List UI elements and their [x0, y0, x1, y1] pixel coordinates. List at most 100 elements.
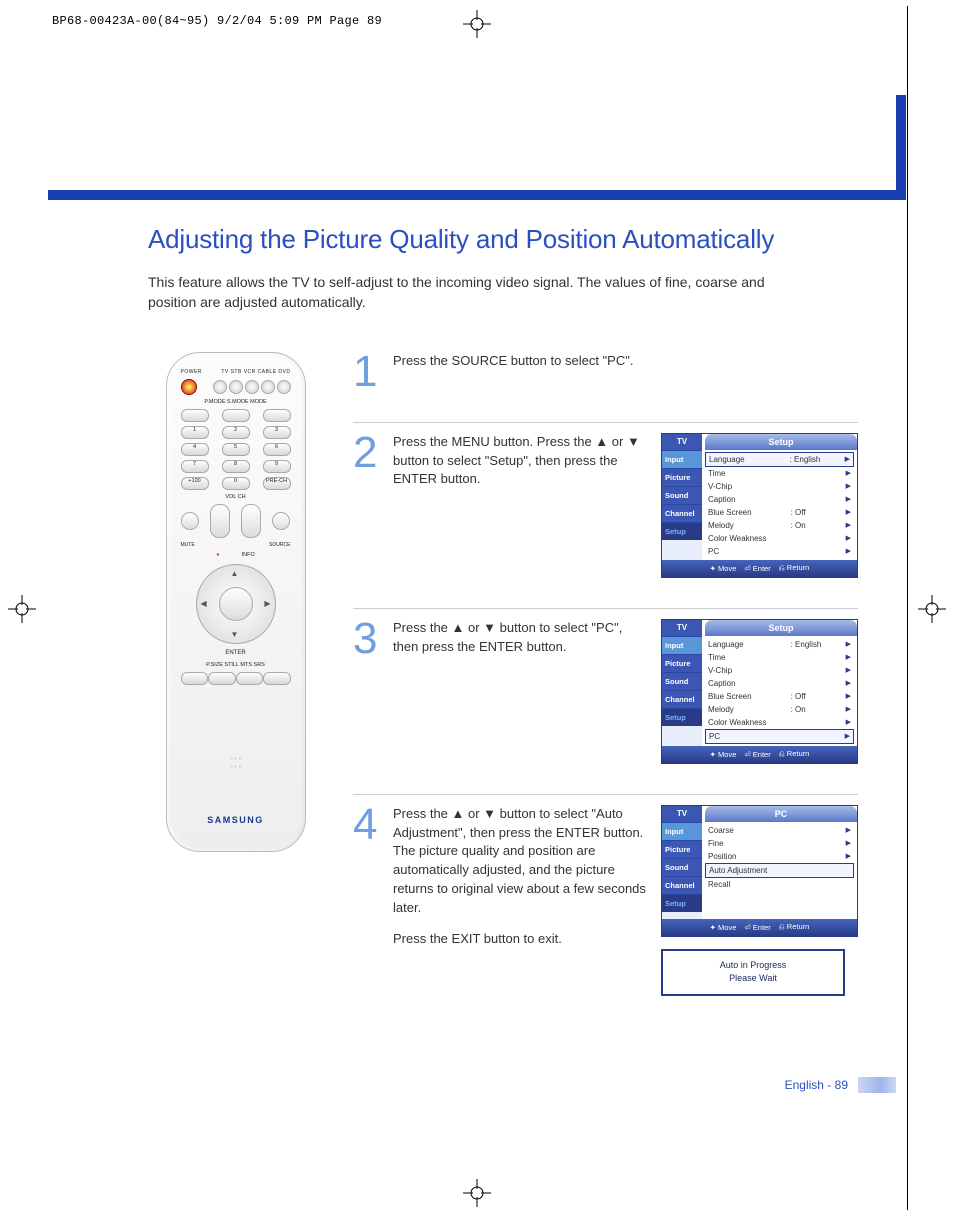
osd-tab-input: Input — [662, 822, 702, 840]
osd-tab-channel: Channel — [662, 690, 702, 708]
wait-line2: Please Wait — [663, 972, 843, 986]
step-text: Press the ▲ or ▼ button to select "Auto … — [393, 805, 647, 949]
osd-row: Language: English▶ — [705, 638, 854, 651]
step-number: 1 — [353, 352, 383, 392]
device-dot-icon — [229, 380, 243, 394]
osd-footer: ✦ Move ⏎ Enter ⎌ Return — [662, 919, 857, 936]
mode-label: P.MODE S.MODE MODE — [177, 399, 295, 405]
power-label: POWER — [181, 369, 202, 375]
osd-tab-setup: Setup — [662, 708, 702, 726]
osd-tab-channel: Channel — [662, 876, 702, 894]
crop-mark-left-icon — [8, 595, 36, 623]
osd-tab-sound: Sound — [662, 858, 702, 876]
step-2: 2 Press the MENU button. Press the ▲ or … — [353, 422, 858, 578]
step-3: 3 Press the ▲ or ▼ button to select "PC"… — [353, 608, 858, 764]
device-row-label: TV STB VCR CABLE DVD — [221, 369, 290, 375]
bottom-row-label: P.SIZE STILL MTS SRS — [177, 662, 295, 668]
step-text: Press the ▲ or ▼ button to select "PC", … — [393, 619, 647, 657]
osd-setup-menu: TV Setup Input Picture Sound Channel Set… — [661, 433, 858, 578]
osd-tv-label: TV — [662, 434, 702, 450]
osd-foot-enter: ⏎ Enter — [744, 750, 770, 759]
num-2-icon: 2 — [222, 426, 250, 439]
step-1: 1 Press the SOURCE button to select "PC"… — [353, 352, 858, 392]
crop-mark-bottom-icon — [463, 1179, 491, 1207]
osd-foot-return: ⎌ Return — [779, 563, 810, 573]
osd-row: Recall — [705, 878, 854, 891]
osd-tab-sound: Sound — [662, 486, 702, 504]
osd-row: Language: English▶ — [705, 452, 854, 467]
page-edge-line — [907, 6, 908, 1210]
osd-tab-input: Input — [662, 450, 702, 468]
plus100-icon: +100 — [181, 477, 209, 490]
num-3-icon: 3 — [263, 426, 291, 439]
device-dot-icon — [245, 380, 259, 394]
num-5-icon: 5 — [222, 443, 250, 456]
osd-setup-menu-pc-highlight: TV Setup Input Picture Sound Channel Set… — [661, 619, 858, 764]
osd-row: Color Weakness▶ — [705, 716, 854, 729]
wait-line1: Auto in Progress — [663, 959, 843, 973]
num-1-icon: 1 — [181, 426, 209, 439]
osd-tab-input: Input — [662, 636, 702, 654]
nav-pad-icon: ▲ ▼ ◀ ▶ — [196, 564, 276, 644]
step-number: 3 — [353, 619, 383, 659]
osd-row: Melody: On▶ — [705, 519, 854, 532]
osd-tv-label: TV — [662, 806, 702, 822]
osd-pc-menu: TV PC Input Picture Sound Channel — [661, 805, 858, 937]
device-dot-icon — [277, 380, 291, 394]
crop-mark-right-icon — [918, 595, 946, 623]
print-job-header: BP68-00423A-00(84~95) 9/2/04 5:09 PM Pag… — [52, 14, 382, 28]
step-4: 4 Press the ▲ or ▼ button to select "Aut… — [353, 794, 858, 996]
power-icon — [181, 379, 197, 395]
step-text: Press the SOURCE button to select "PC". — [393, 352, 858, 371]
num-4-icon: 4 — [181, 443, 209, 456]
psize-button-icon — [181, 672, 209, 685]
osd-foot-move: ✦ Move — [710, 564, 737, 573]
osd-foot-enter: ⏎ Enter — [744, 564, 770, 573]
osd-row: PC▶ — [705, 729, 854, 744]
auto-progress-box: Auto in Progress Please Wait — [661, 949, 845, 996]
source-label: SOURCE — [269, 542, 290, 548]
osd-foot-enter: ⏎ Enter — [744, 923, 770, 932]
osd-foot-return: ⎌ Return — [779, 922, 810, 932]
step-number: 4 — [353, 805, 383, 845]
device-dot-icon — [213, 380, 227, 394]
info-label: INFO — [242, 552, 255, 558]
osd-footer: ✦ Move ⏎ Enter ⎌ Return — [662, 560, 857, 577]
footer-mark-icon — [858, 1077, 896, 1093]
intro-paragraph: This feature allows the TV to self-adjus… — [148, 273, 788, 312]
osd-row: Coarse▶ — [705, 824, 854, 837]
remote-illustration: POWER TV STB VCR CABLE DVD P.MODE S.MODE … — [166, 352, 306, 852]
osd-row: Caption▶ — [705, 677, 854, 690]
enter-label: ENTER — [177, 650, 295, 656]
num-6-icon: 6 — [263, 443, 291, 456]
step-after: Press the EXIT button to exit. — [393, 930, 647, 949]
mts-button-icon — [236, 672, 264, 685]
osd-row: Fine▶ — [705, 837, 854, 850]
num-0-icon: 0 — [222, 477, 250, 490]
still-button-icon — [208, 672, 236, 685]
num-7-icon: 7 — [181, 460, 209, 473]
crop-mark-top-icon — [463, 10, 491, 38]
osd-row: Blue Screen: Off▶ — [705, 506, 854, 519]
brand-logo: SAMSUNG — [167, 815, 305, 825]
osd-row: Time▶ — [705, 467, 854, 480]
osd-footer: ✦ Move ⏎ Enter ⎌ Return — [662, 746, 857, 763]
dots-icon: ○ ○ ○○ ○ ○ — [167, 755, 305, 771]
ch-rocker-icon — [241, 504, 261, 538]
mute-icon — [181, 512, 199, 530]
page-title: Adjusting the Picture Quality and Positi… — [148, 224, 858, 255]
osd-tab-picture: Picture — [662, 840, 702, 858]
osd-title: Setup — [705, 620, 857, 636]
mute-label: MUTE — [181, 542, 195, 548]
header-blue-band — [48, 95, 906, 200]
smode-button-icon — [222, 409, 250, 422]
osd-tab-picture: Picture — [662, 654, 702, 672]
device-dot-icon — [261, 380, 275, 394]
mode-button-icon — [263, 409, 291, 422]
osd-row: Time▶ — [705, 651, 854, 664]
osd-row: V-Chip▶ — [705, 664, 854, 677]
source-button-icon — [272, 512, 290, 530]
step-text: Press the MENU button. Press the ▲ or ▼ … — [393, 433, 647, 490]
osd-tv-label: TV — [662, 620, 702, 636]
srs-button-icon — [263, 672, 291, 685]
